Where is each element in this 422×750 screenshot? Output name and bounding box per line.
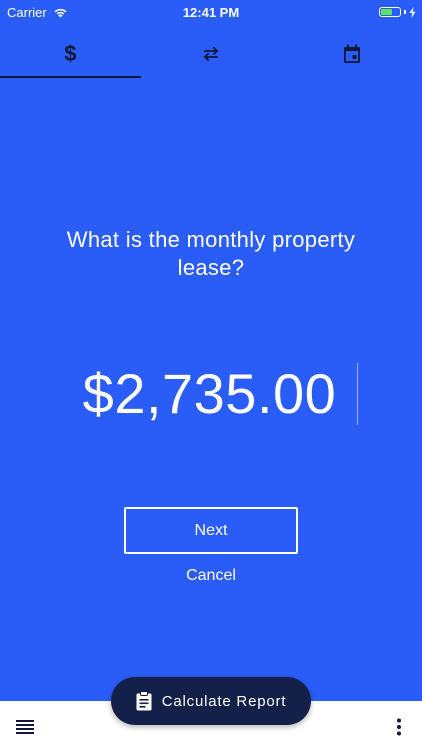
- tab-dollar[interactable]: $: [0, 30, 141, 78]
- menu-icon[interactable]: [16, 720, 34, 734]
- clipboard-icon: [136, 691, 152, 711]
- text-cursor: [356, 363, 358, 425]
- swap-arrows-icon: [203, 46, 219, 62]
- battery-tip: [404, 10, 406, 14]
- tab-transfer[interactable]: [141, 30, 282, 78]
- amount-field-wrap: [0, 362, 422, 426]
- status-left: Carrier: [0, 5, 68, 20]
- next-button[interactable]: Next: [124, 507, 298, 554]
- question-text: What is the monthly property lease?: [66, 227, 356, 280]
- charging-bolt-icon: [409, 6, 416, 18]
- tab-calendar[interactable]: [281, 30, 422, 78]
- tab-bar: $: [0, 30, 422, 78]
- dollar-icon: $: [64, 41, 77, 66]
- battery-level: [381, 9, 392, 15]
- calculate-report-label: Calculate Report: [161, 692, 287, 710]
- calculate-report-button[interactable]: Calculate Report: [111, 677, 311, 725]
- amount-input[interactable]: [64, 362, 355, 426]
- cancel-button[interactable]: Cancel: [0, 567, 422, 585]
- wifi-icon: [54, 8, 67, 17]
- carrier-label: Carrier: [7, 4, 47, 20]
- status-bar: Carrier 12:41 PM: [0, 0, 422, 24]
- calendar-icon: [343, 44, 360, 63]
- status-right: [379, 6, 422, 18]
- screen: Carrier 12:41 PM $ What is the monthly p…: [0, 0, 422, 750]
- battery-icon: [379, 7, 401, 17]
- more-vertical-icon[interactable]: [396, 718, 402, 736]
